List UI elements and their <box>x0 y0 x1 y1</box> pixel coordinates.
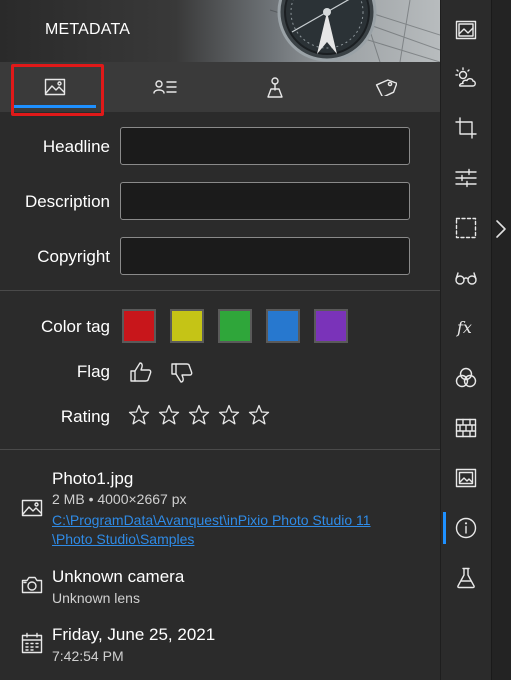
flag-pick-button[interactable] <box>128 359 154 385</box>
sky-icon <box>455 67 476 87</box>
texture-icon <box>455 418 477 438</box>
toolbar-selection[interactable] <box>441 206 491 250</box>
toolbar-crop[interactable] <box>441 106 491 150</box>
color-swatch[interactable] <box>266 309 300 343</box>
toolbar-glasses[interactable] <box>441 256 491 300</box>
tab-keywords[interactable] <box>330 62 440 112</box>
svg-text:fx: fx <box>456 318 472 337</box>
toolbar-effects[interactable]: fx <box>441 306 491 350</box>
file-path-link-continued[interactable]: \Photo Studio\Samples <box>52 531 194 547</box>
flag-label: Flag <box>76 362 110 381</box>
description-label: Description <box>24 192 110 211</box>
glasses-icon <box>455 272 477 285</box>
image-icon <box>44 78 66 96</box>
color-swatch[interactable] <box>314 309 348 343</box>
contact-list-icon <box>153 80 177 94</box>
toolbar-adjust[interactable] <box>441 156 491 200</box>
tools-toolbar: fx <box>441 0 491 680</box>
lab-flask-icon <box>457 567 475 589</box>
calendar-icon <box>20 631 44 655</box>
tab-image-info[interactable] <box>0 62 110 112</box>
headline-label: Headline <box>42 137 110 156</box>
copyright-field[interactable] <box>120 237 410 275</box>
color-swatch[interactable] <box>170 309 204 343</box>
section-divider <box>0 290 440 291</box>
tab-contact[interactable] <box>110 62 220 112</box>
toolbar-lab[interactable] <box>441 556 491 600</box>
star-icon[interactable] <box>126 402 152 428</box>
toolbar-texture[interactable] <box>441 406 491 450</box>
tag-icon <box>375 79 397 96</box>
compass-image <box>277 0 377 62</box>
toolbar-sky[interactable] <box>441 56 491 100</box>
color-swatch[interactable] <box>218 309 252 343</box>
star-icon[interactable] <box>246 402 272 428</box>
adjust-sliders-icon <box>455 168 477 188</box>
thumbs-up-icon <box>130 362 152 382</box>
camera-icon <box>20 573 44 597</box>
frame-icon <box>455 468 477 488</box>
toolbar-presets[interactable] <box>441 8 491 52</box>
selection-icon <box>455 217 477 239</box>
description-field[interactable] <box>120 182 410 220</box>
toolbar-frame[interactable] <box>441 456 491 500</box>
section-divider <box>0 449 440 450</box>
metadata-panel: METADATA Headline Description Copyright … <box>0 0 440 680</box>
camera-lens: Unknown lens <box>52 590 140 606</box>
panel-edge <box>491 0 511 680</box>
rating-label: Rating <box>60 407 110 426</box>
headline-field[interactable] <box>120 127 410 165</box>
file-path-link[interactable]: C:\ProgramData\Avanquest\inPixio Photo S… <box>52 512 371 528</box>
panel-title: METADATA <box>45 21 131 38</box>
presets-icon <box>455 20 477 40</box>
collapse-panel-button[interactable] <box>491 214 511 244</box>
info-icon <box>455 517 477 539</box>
file-name: Photo1.jpg <box>52 469 134 488</box>
flag-reject-button[interactable] <box>169 360 195 386</box>
thumbs-down-icon <box>171 363 193 383</box>
toolbar-color[interactable] <box>441 356 491 400</box>
file-image-icon <box>20 496 44 520</box>
color-tag-label: Color tag <box>41 317 110 336</box>
color-swatch[interactable] <box>122 309 156 343</box>
copyright-label: Copyright <box>37 247 110 266</box>
star-icon[interactable] <box>186 402 212 428</box>
location-pin-icon <box>267 77 283 98</box>
camera-name: Unknown camera <box>52 567 185 586</box>
panel-header: METADATA <box>0 0 440 62</box>
fx-icon: fx <box>456 318 472 337</box>
metadata-tabs <box>0 62 440 116</box>
toolbar-info[interactable] <box>441 506 491 550</box>
file-details: 2 MB • 4000×2667 px <box>52 491 187 507</box>
star-icon[interactable] <box>156 402 182 428</box>
date-taken: Friday, June 25, 2021 <box>52 625 216 644</box>
crop-icon <box>455 117 477 139</box>
time-taken: 7:42:54 PM <box>52 648 124 664</box>
tab-location[interactable] <box>220 62 330 112</box>
color-circles-icon <box>455 367 477 388</box>
star-icon[interactable] <box>216 402 242 428</box>
chevron-right-icon <box>496 220 506 238</box>
